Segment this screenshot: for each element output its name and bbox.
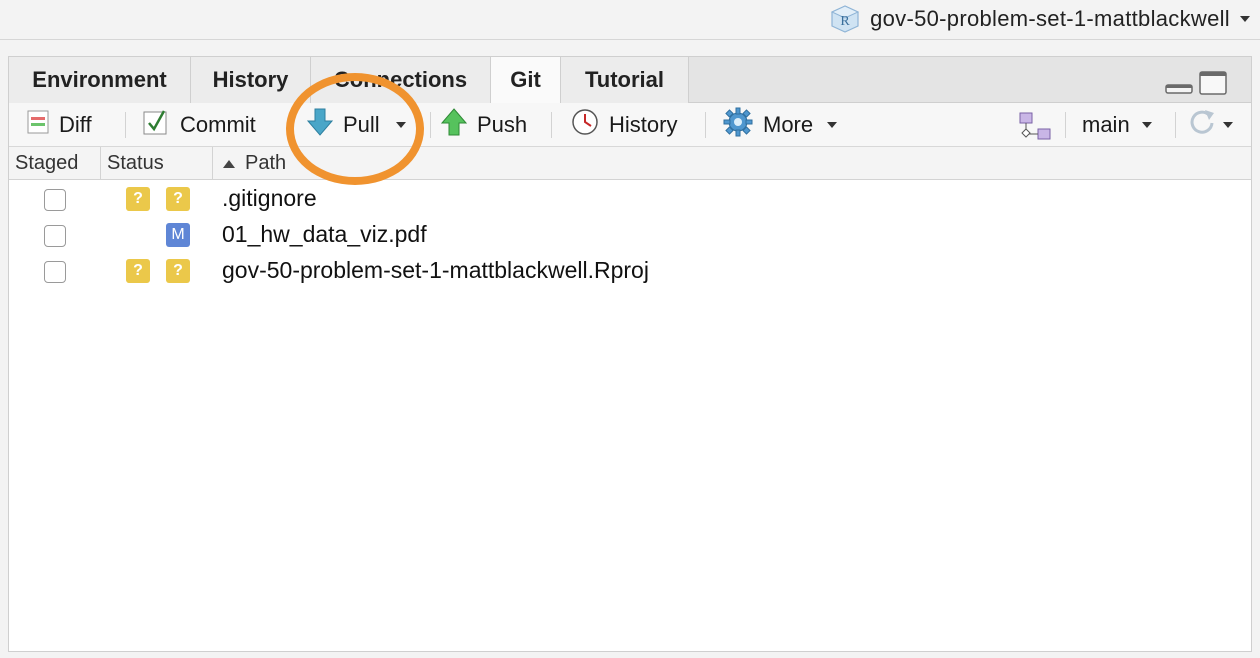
- toolbar-separator: [1065, 112, 1066, 138]
- toolbar-separator: [125, 112, 126, 138]
- file-row[interactable]: M 01_hw_data_viz.pdf: [9, 218, 1251, 254]
- r-project-icon: R: [830, 5, 860, 33]
- more-label: More: [763, 112, 814, 137]
- push-button[interactable]: Push: [440, 108, 528, 142]
- file-row[interactable]: ? ? .gitignore: [9, 182, 1251, 218]
- project-bar: R gov-50-problem-set-1-mattblackwell: [0, 0, 1260, 40]
- branch-graph-icon[interactable]: [1019, 112, 1051, 145]
- refresh-button[interactable]: [1187, 108, 1233, 142]
- history-label: History: [609, 112, 678, 137]
- git-pane: Environment History Connections Git Tuto…: [8, 56, 1252, 652]
- push-label: Push: [477, 112, 528, 137]
- diff-button[interactable]: Diff: [27, 108, 92, 142]
- staged-checkbox[interactable]: [44, 261, 66, 283]
- staged-checkbox[interactable]: [44, 225, 66, 247]
- tab-tutorial[interactable]: Tutorial: [561, 57, 689, 103]
- chevron-down-icon[interactable]: [395, 122, 406, 128]
- arrow-up-icon: [440, 108, 468, 142]
- column-label: Status: [107, 152, 164, 174]
- refresh-icon: [1187, 107, 1217, 143]
- toolbar-separator: [551, 112, 552, 138]
- column-label: Path: [245, 152, 287, 174]
- gear-icon: [723, 107, 753, 143]
- column-staged[interactable]: Staged: [9, 147, 101, 180]
- status-worktree-badge: M: [166, 223, 190, 247]
- column-path[interactable]: Path: [213, 147, 1251, 180]
- tab-strip: Environment History Connections Git Tuto…: [9, 57, 1251, 104]
- toolbar-separator: [705, 112, 706, 138]
- checkmark-icon: [142, 108, 170, 142]
- tab-label: History: [212, 67, 289, 92]
- column-status[interactable]: Status: [101, 147, 213, 180]
- tab-label: Tutorial: [584, 67, 665, 92]
- tab-label: Git: [510, 67, 541, 92]
- file-path: 01_hw_data_viz.pdf: [222, 221, 427, 247]
- maximize-pane-icon[interactable]: [1199, 71, 1227, 100]
- diff-label: Diff: [59, 112, 92, 137]
- chevron-down-icon: [827, 122, 838, 128]
- branch-label: main: [1082, 112, 1130, 137]
- file-path: gov-50-problem-set-1-mattblackwell.Rproj: [222, 257, 649, 283]
- tab-environment[interactable]: Environment: [9, 57, 191, 103]
- chevron-down-icon: [1141, 122, 1152, 128]
- column-label: Staged: [15, 152, 79, 174]
- tab-label: Connections: [333, 67, 468, 92]
- tab-label: Environment: [32, 67, 167, 92]
- status-worktree-badge: ?: [166, 187, 190, 211]
- git-toolbar: Diff Commit Pull Push History More main: [9, 103, 1251, 147]
- commit-label: Commit: [180, 112, 256, 137]
- diff-icon: [27, 110, 49, 140]
- branch-selector[interactable]: main: [1082, 108, 1152, 142]
- file-path: .gitignore: [222, 185, 317, 211]
- tab-connections[interactable]: Connections: [311, 57, 491, 103]
- status-index-badge: ?: [126, 187, 150, 211]
- staged-checkbox[interactable]: [44, 189, 66, 211]
- clock-icon: [571, 108, 599, 142]
- minimize-pane-icon[interactable]: [1165, 81, 1193, 100]
- chevron-down-icon: [1223, 122, 1233, 128]
- history-button[interactable]: History: [571, 108, 677, 142]
- status-index-badge: ?: [126, 259, 150, 283]
- svg-text:R: R: [840, 14, 850, 29]
- sort-ascending-icon: [223, 159, 235, 168]
- column-header: Staged Status Path: [9, 147, 1251, 180]
- pull-label: Pull: [343, 112, 380, 137]
- toolbar-separator: [290, 112, 291, 138]
- toolbar-separator: [1175, 112, 1176, 138]
- project-name: gov-50-problem-set-1-mattblackwell: [870, 6, 1230, 31]
- tab-history[interactable]: History: [191, 57, 311, 103]
- file-row[interactable]: ? ? gov-50-problem-set-1-mattblackwell.R…: [9, 254, 1251, 290]
- commit-button[interactable]: Commit: [142, 108, 256, 142]
- more-button[interactable]: More: [723, 107, 838, 143]
- tab-git[interactable]: Git: [491, 57, 561, 104]
- toolbar-separator: [430, 112, 431, 138]
- pull-button[interactable]: Pull: [306, 108, 406, 142]
- project-menu[interactable]: R gov-50-problem-set-1-mattblackwell: [830, 4, 1250, 34]
- status-worktree-badge: ?: [166, 259, 190, 283]
- chevron-down-icon: [1240, 16, 1250, 22]
- arrow-down-icon: [306, 108, 334, 142]
